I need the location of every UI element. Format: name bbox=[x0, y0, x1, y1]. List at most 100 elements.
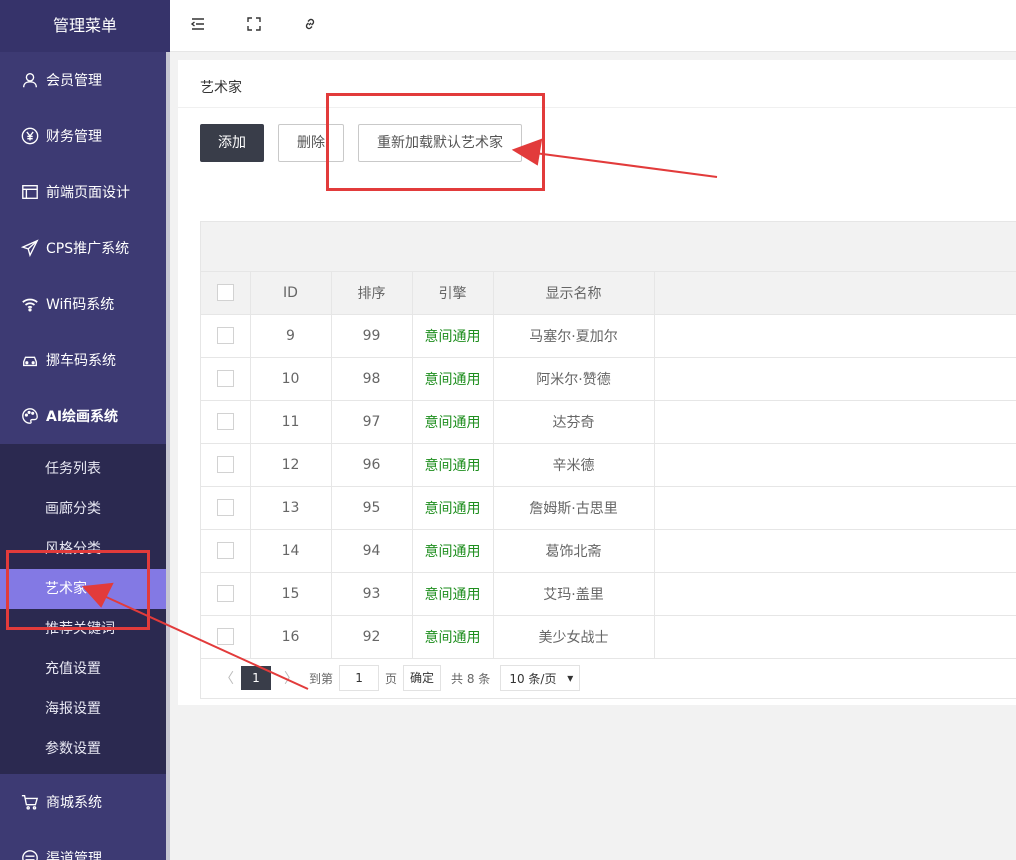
goto-confirm-button[interactable]: 确定 bbox=[403, 665, 442, 691]
caret-down-icon: ▾ bbox=[567, 671, 574, 685]
car-icon bbox=[20, 350, 40, 370]
row-checkbox[interactable] bbox=[216, 499, 234, 516]
table-row: 15 93 意间通用 艾玛·盖里 bbox=[201, 572, 1016, 616]
cell-filler bbox=[654, 400, 1016, 444]
page-unit-label: 页 bbox=[385, 671, 398, 686]
header-display-name[interactable]: 显示名称 bbox=[493, 272, 655, 315]
sidebar-item-channel[interactable]: 渠道管理 bbox=[0, 830, 170, 860]
cell-sort: 98 bbox=[331, 357, 413, 401]
header-id[interactable]: ID bbox=[250, 272, 332, 315]
cell-sort: 96 bbox=[331, 443, 413, 487]
add-button[interactable]: 添加 bbox=[200, 124, 264, 162]
cell-id: 13 bbox=[250, 486, 332, 530]
link-icon bbox=[302, 16, 318, 36]
cell-name: 阿米尔·赞德 bbox=[493, 357, 655, 401]
row-checkbox-cell bbox=[201, 443, 251, 487]
ai-painting-submenu: 任务列表 画廊分类 风格分类 艺术家 推荐关键词 充值设置 海报设置 参数设置 bbox=[0, 444, 170, 774]
cell-filler bbox=[654, 615, 1016, 659]
row-checkbox[interactable] bbox=[216, 542, 234, 559]
cell-sort: 97 bbox=[331, 400, 413, 444]
sidebar-item-label: 财务管理 bbox=[46, 129, 102, 145]
cell-name: 葛饰北斋 bbox=[493, 529, 655, 573]
link-button[interactable] bbox=[282, 0, 338, 52]
header-checkbox-cell bbox=[201, 272, 251, 315]
cell-sort: 99 bbox=[331, 314, 413, 358]
cell-engine: 意间通用 bbox=[412, 314, 494, 358]
sidebar-item-ai-painting[interactable]: AI绘画系统 bbox=[0, 388, 170, 444]
table-toolbar bbox=[201, 222, 1016, 272]
palette-icon bbox=[20, 406, 40, 426]
submenu-item-task-list[interactable]: 任务列表 bbox=[0, 449, 170, 489]
page-size-value: 10 条/页 bbox=[509, 671, 557, 686]
row-checkbox-cell bbox=[201, 615, 251, 659]
sidebar-item-label: CPS推广系统 bbox=[46, 241, 130, 257]
delete-button[interactable]: 删除 bbox=[278, 124, 344, 162]
row-checkbox-cell bbox=[201, 400, 251, 444]
row-checkbox[interactable] bbox=[216, 456, 234, 473]
cell-filler bbox=[654, 572, 1016, 616]
row-checkbox[interactable] bbox=[216, 370, 234, 387]
sidebar-item-car[interactable]: 挪车码系统 bbox=[0, 332, 170, 388]
goto-label: 到第 bbox=[309, 671, 334, 686]
sidebar: 管理菜单 会员管理 财务管理 前端页面设计 CPS推广系统 Wifi码系统 挪车 bbox=[0, 0, 170, 860]
row-checkbox-cell bbox=[201, 486, 251, 530]
table-row: 11 97 意间通用 达芬奇 bbox=[201, 400, 1016, 444]
cell-name: 艾玛·盖里 bbox=[493, 572, 655, 616]
layout-icon bbox=[20, 182, 40, 202]
action-toolbar: 添加 删除 重新加载默认艺术家 bbox=[200, 124, 536, 162]
row-checkbox[interactable] bbox=[216, 585, 234, 602]
sidebar-item-member[interactable]: 会员管理 bbox=[0, 52, 170, 108]
fullscreen-button[interactable] bbox=[226, 0, 282, 52]
sidebar-scrollbar[interactable] bbox=[166, 52, 170, 860]
prev-page-button[interactable]: 〈 bbox=[215, 668, 239, 688]
sidebar-item-frontend-design[interactable]: 前端页面设计 bbox=[0, 164, 170, 220]
cell-filler bbox=[654, 443, 1016, 487]
cell-engine: 意间通用 bbox=[412, 357, 494, 401]
header-engine[interactable]: 引擎 bbox=[412, 272, 494, 315]
goto-page-input[interactable] bbox=[339, 665, 380, 691]
page-size-select[interactable]: 10 条/页 ▾ bbox=[500, 665, 581, 691]
row-checkbox[interactable] bbox=[216, 628, 234, 645]
row-checkbox[interactable] bbox=[216, 327, 234, 344]
row-checkbox-cell bbox=[201, 529, 251, 573]
row-checkbox-cell bbox=[201, 572, 251, 616]
cell-name: 美少女战士 bbox=[493, 615, 655, 659]
page-title: 艺术家 bbox=[178, 60, 1016, 108]
submenu-item-recharge[interactable]: 充值设置 bbox=[0, 649, 170, 689]
cell-sort: 94 bbox=[331, 529, 413, 573]
submenu-item-poster[interactable]: 海报设置 bbox=[0, 689, 170, 729]
sidebar-item-label: AI绘画系统 bbox=[46, 409, 119, 425]
submenu-item-style-category[interactable]: 风格分类 bbox=[0, 529, 170, 569]
cell-sort: 93 bbox=[331, 572, 413, 616]
cell-engine: 意间通用 bbox=[412, 443, 494, 487]
submenu-item-artist[interactable]: 艺术家 bbox=[0, 569, 170, 609]
table-row: 16 92 意间通用 美少女战士 bbox=[201, 615, 1016, 659]
select-all-checkbox[interactable] bbox=[216, 284, 234, 302]
wifi-icon bbox=[20, 294, 40, 314]
total-count: 共 8 条 bbox=[451, 671, 491, 686]
submenu-item-keywords[interactable]: 推荐关键词 bbox=[0, 609, 170, 649]
header-sort[interactable]: 排序 bbox=[331, 272, 413, 315]
submenu-item-gallery-category[interactable]: 画廊分类 bbox=[0, 489, 170, 529]
cell-filler bbox=[654, 357, 1016, 401]
sidebar-item-cps[interactable]: CPS推广系统 bbox=[0, 220, 170, 276]
current-page[interactable]: 1 bbox=[241, 666, 271, 690]
cell-id: 11 bbox=[250, 400, 332, 444]
sidebar-title: 管理菜单 bbox=[0, 0, 170, 52]
sidebar-item-label: 会员管理 bbox=[46, 73, 102, 89]
cell-name: 詹姆斯·古思里 bbox=[493, 486, 655, 530]
next-page-button[interactable]: 〉 bbox=[279, 668, 303, 688]
submenu-item-params[interactable]: 参数设置 bbox=[0, 729, 170, 769]
cell-id: 9 bbox=[250, 314, 332, 358]
sidebar-item-mall[interactable]: 商城系统 bbox=[0, 774, 170, 830]
menu-fold-button[interactable] bbox=[170, 0, 226, 52]
row-checkbox[interactable] bbox=[216, 413, 234, 430]
reload-default-artists-button[interactable]: 重新加载默认艺术家 bbox=[358, 124, 522, 162]
row-checkbox-cell bbox=[201, 357, 251, 401]
sidebar-item-wifi[interactable]: Wifi码系统 bbox=[0, 276, 170, 332]
user-icon bbox=[20, 70, 40, 90]
yen-icon bbox=[20, 126, 40, 146]
cell-name: 达芬奇 bbox=[493, 400, 655, 444]
menu-fold-icon bbox=[190, 16, 206, 36]
sidebar-item-finance[interactable]: 财务管理 bbox=[0, 108, 170, 164]
